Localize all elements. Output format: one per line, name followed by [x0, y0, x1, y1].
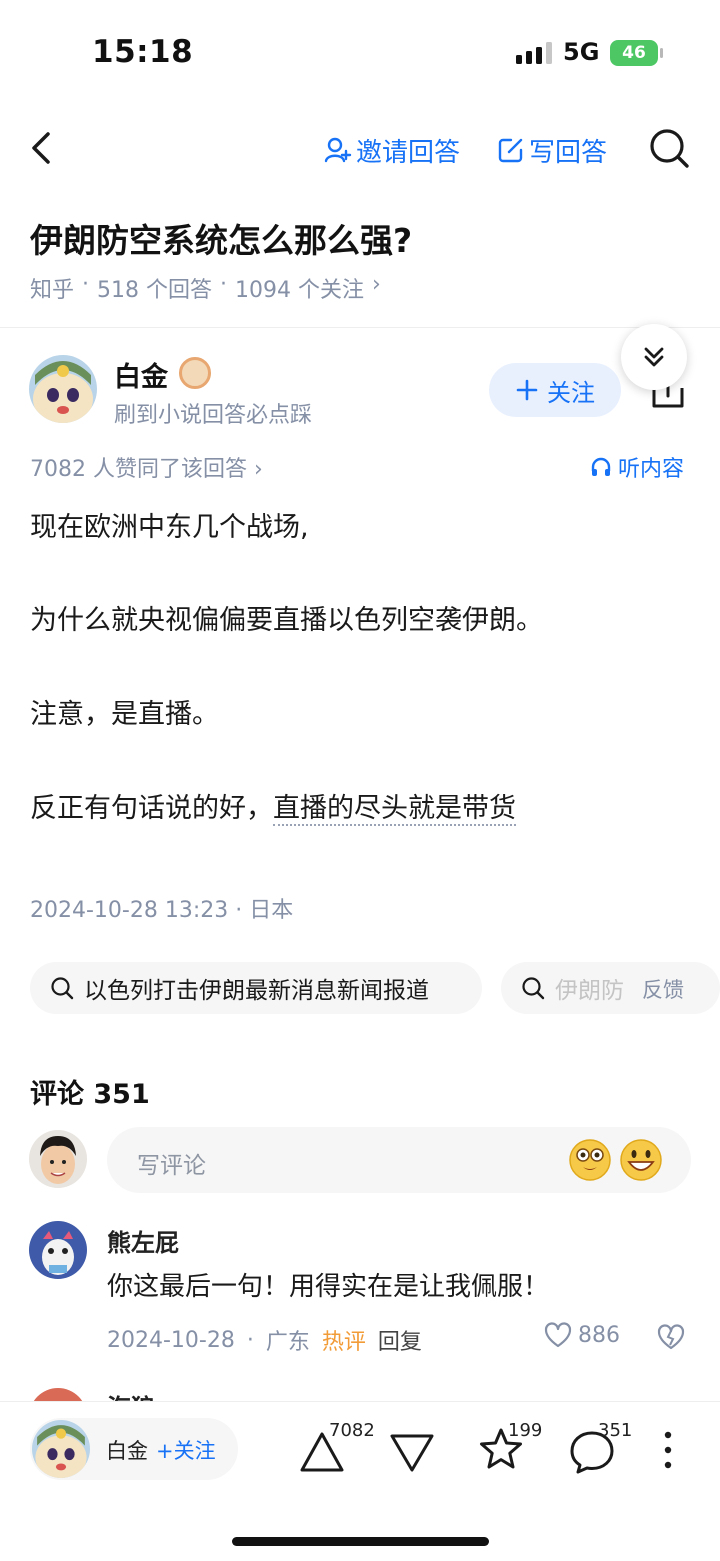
answer-timestamp: 2024-10-28 13:23 · 日本 — [30, 898, 294, 923]
headphones-icon — [591, 457, 611, 476]
invite-answer-label: 邀请回答 — [356, 137, 461, 168]
more-vertical-icon[interactable] — [659, 1430, 677, 1470]
double-chevron-down-icon — [644, 347, 664, 367]
answer-paragraph: 现在欧洲中东几个战场, — [30, 512, 309, 543]
bottom-author-name: 白金 — [106, 1439, 148, 1463]
related-search-text: 伊朗防 — [555, 978, 624, 1004]
write-answer-label: 写回答 — [529, 137, 608, 168]
emoji-grin-icon[interactable] — [619, 1138, 663, 1182]
chevron-right-icon: › — [372, 272, 381, 297]
battery-level: 46 — [622, 43, 646, 63]
plus-icon — [516, 379, 538, 401]
author-avatar[interactable] — [29, 355, 97, 423]
emoji-wow-icon[interactable] — [568, 1138, 612, 1182]
downvote-icon[interactable] — [388, 1428, 436, 1476]
listen-button[interactable]: 听内容 — [590, 451, 684, 483]
comment-like-count: 886 — [578, 1322, 620, 1348]
favorite-count: 199 — [508, 1420, 543, 1441]
comment-like-button[interactable]: 886 — [544, 1322, 620, 1348]
comment-input-placeholder: 写评论 — [137, 1153, 206, 1179]
write-answer-button[interactable]: 写回答 — [497, 130, 607, 170]
feedback-link[interactable]: 反馈 — [642, 974, 684, 1004]
upvote-summary-text: 7082 人赞同了该回答 — [30, 457, 247, 482]
question-title[interactable]: 伊朗防空系统怎么那么强? — [30, 214, 412, 262]
comment-count: 351 — [598, 1420, 633, 1441]
home-indicator — [232, 1537, 489, 1546]
search-icon[interactable] — [648, 127, 690, 169]
related-search-chip[interactable]: 以色列打击伊朗最新消息新闻报道 — [30, 962, 482, 1014]
search-icon — [522, 977, 545, 1000]
upvote-summary[interactable]: 7082 人赞同了该回答 › — [30, 451, 263, 483]
search-keyword-link[interactable]: 直播的尽头就是带货 — [273, 793, 516, 826]
edit-icon — [498, 138, 523, 163]
divider — [0, 327, 720, 328]
invite-answer-button[interactable]: 邀请回答 — [324, 130, 460, 170]
question-source: 知乎 — [30, 278, 75, 303]
meta-separator: · — [246, 1327, 254, 1353]
broken-heart-icon[interactable] — [657, 1323, 685, 1351]
answer-paragraph: 反正有句话说的好，直播的尽头就是带货 — [30, 786, 516, 826]
hot-comment-badge: 热评 — [321, 1330, 366, 1355]
answer-paragraph: 注意，是直播。 — [30, 699, 219, 730]
comments-title: 评论 351 — [30, 1079, 150, 1110]
commenter-name[interactable]: 熊左屁 — [107, 1223, 179, 1258]
follow-label: 关注 — [547, 378, 595, 407]
cellular-signal-icon — [516, 42, 552, 64]
bottom-author-pill[interactable]: 白金 +关注 — [30, 1418, 238, 1480]
status-time: 15:18 — [92, 34, 194, 70]
author-description: 刷到小说回答必点踩 — [114, 403, 313, 428]
listen-label: 听内容 — [618, 457, 685, 482]
answer-text: 反正有句话说的好， — [30, 793, 273, 824]
invite-user-icon — [324, 137, 352, 163]
badge-icon — [179, 357, 211, 389]
back-arrow-icon[interactable] — [24, 126, 64, 170]
network-type: 5G — [563, 38, 600, 66]
question-follow-count: 1094 个关注 — [235, 278, 364, 303]
comment-text: 你这最后一句！用得实在是让我佩服！ — [107, 1272, 550, 1302]
reply-button[interactable]: 回复 — [378, 1324, 422, 1356]
user-avatar — [29, 1130, 87, 1188]
follow-button[interactable]: 关注 — [489, 363, 621, 417]
answer-paragraph: 为什么就央视偏偏要直播以色列空袭伊朗。 — [30, 605, 543, 636]
chevron-right-icon: › — [253, 457, 263, 482]
comment-date: 2024-10-28 — [107, 1327, 235, 1353]
commenter-avatar[interactable] — [29, 1221, 87, 1279]
related-search-chip[interactable]: 伊朗防 — [501, 962, 720, 1014]
battery-icon: 46 — [610, 40, 663, 66]
meta-separator: · — [82, 272, 90, 297]
comment-location: 广东 — [265, 1330, 310, 1355]
search-icon — [51, 977, 74, 1000]
comment-meta: 2024-10-28 · 广东 热评 回复 — [107, 1324, 422, 1356]
question-answer-count: 518 个回答 — [97, 278, 213, 303]
collapse-button[interactable] — [621, 324, 687, 390]
question-meta[interactable]: 知乎 · 518 个回答 · 1094 个关注 › — [30, 272, 381, 304]
author-avatar — [32, 1420, 90, 1478]
meta-separator: · — [220, 272, 228, 297]
upvote-count: 7082 — [329, 1420, 375, 1441]
related-search-text: 以色列打击伊朗最新消息新闻报道 — [84, 978, 429, 1004]
author-name[interactable]: 白金 — [114, 355, 168, 394]
heart-icon — [544, 1322, 572, 1348]
bottom-follow-button[interactable]: +关注 — [156, 1435, 216, 1465]
